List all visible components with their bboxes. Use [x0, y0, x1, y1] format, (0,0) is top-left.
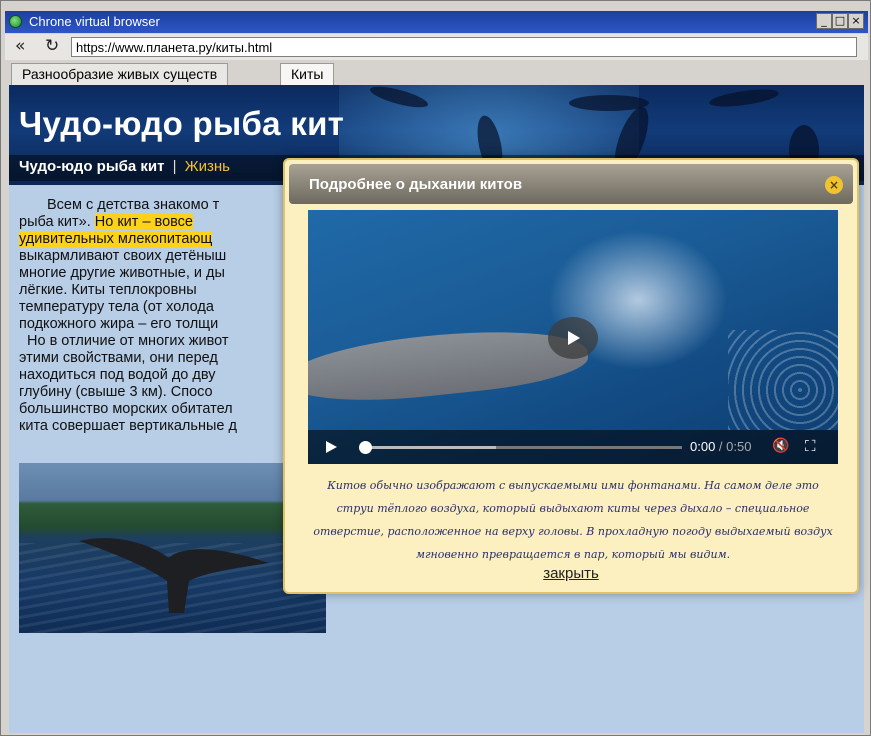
close-link[interactable]: закрыть [285, 565, 857, 582]
play-icon[interactable] [326, 441, 337, 453]
breathing-modal: Подробнее о дыхании китов × 0:00 / 0:50 … [283, 158, 859, 594]
tab-whales[interactable]: Киты [280, 63, 335, 85]
time-display: 0:00 / 0:50 [690, 439, 751, 454]
breadcrumb-separator: | [172, 158, 177, 175]
browser-window: Chrone virtual browser _ □ × « ↻ Разнооб… [0, 0, 871, 736]
highlight-text: удивительных млекопитающ [19, 231, 213, 247]
fullscreen-icon[interactable]: ⛶ [805, 437, 816, 455]
modal-title: Подробнее о дыхании китов [309, 176, 523, 193]
buffered-bar [362, 446, 497, 449]
duration: 0:50 [726, 439, 752, 454]
hero-fish [708, 86, 780, 110]
title-bar: Chrone virtual browser _ □ × [5, 11, 868, 33]
video-controls: 0:00 / 0:50 🔇 ⛶ [308, 430, 838, 464]
url-input[interactable] [71, 37, 857, 57]
page-title: Чудо-юдо рыба кит [19, 105, 345, 142]
current-time: 0:00 [690, 439, 716, 454]
play-overlay-icon[interactable] [548, 317, 598, 359]
highlight-text: Но кит – вовсе [94, 214, 193, 230]
window-title: Chrone virtual browser [29, 14, 160, 29]
whale-tail-shape [79, 538, 269, 613]
modal-header: Подробнее о дыхании китов × [289, 164, 853, 204]
breadcrumb-current: Чудо-юдо рыба кит [19, 158, 165, 175]
modal-description: Китов обычно изображают с выпускаемыми и… [313, 479, 833, 561]
mute-icon[interactable]: 🔇 [772, 438, 789, 454]
window-controls: _ □ × [816, 13, 864, 29]
close-window-button[interactable]: × [848, 13, 864, 29]
whale-tail-photo [19, 463, 326, 633]
video-sparkle [728, 330, 838, 430]
modal-close-icon[interactable]: × [825, 176, 843, 194]
tab-bar: Разнообразие живых существ Киты [5, 61, 868, 85]
maximize-button[interactable]: □ [832, 13, 848, 29]
reload-button[interactable]: ↻ [45, 36, 59, 56]
browser-logo-icon [9, 15, 22, 28]
tab-diversity[interactable]: Разнообразие живых существ [11, 63, 229, 85]
breadcrumb-link-life[interactable]: Жизнь [185, 158, 230, 175]
time-separator: / [715, 439, 727, 454]
minimize-button[interactable]: _ [816, 13, 832, 29]
seek-handle[interactable] [359, 441, 372, 454]
address-bar: « ↻ [5, 34, 868, 60]
seek-bar[interactable] [359, 441, 682, 454]
back-button[interactable]: « [15, 36, 25, 56]
video-player[interactable]: 0:00 / 0:50 🔇 ⛶ [308, 210, 838, 464]
